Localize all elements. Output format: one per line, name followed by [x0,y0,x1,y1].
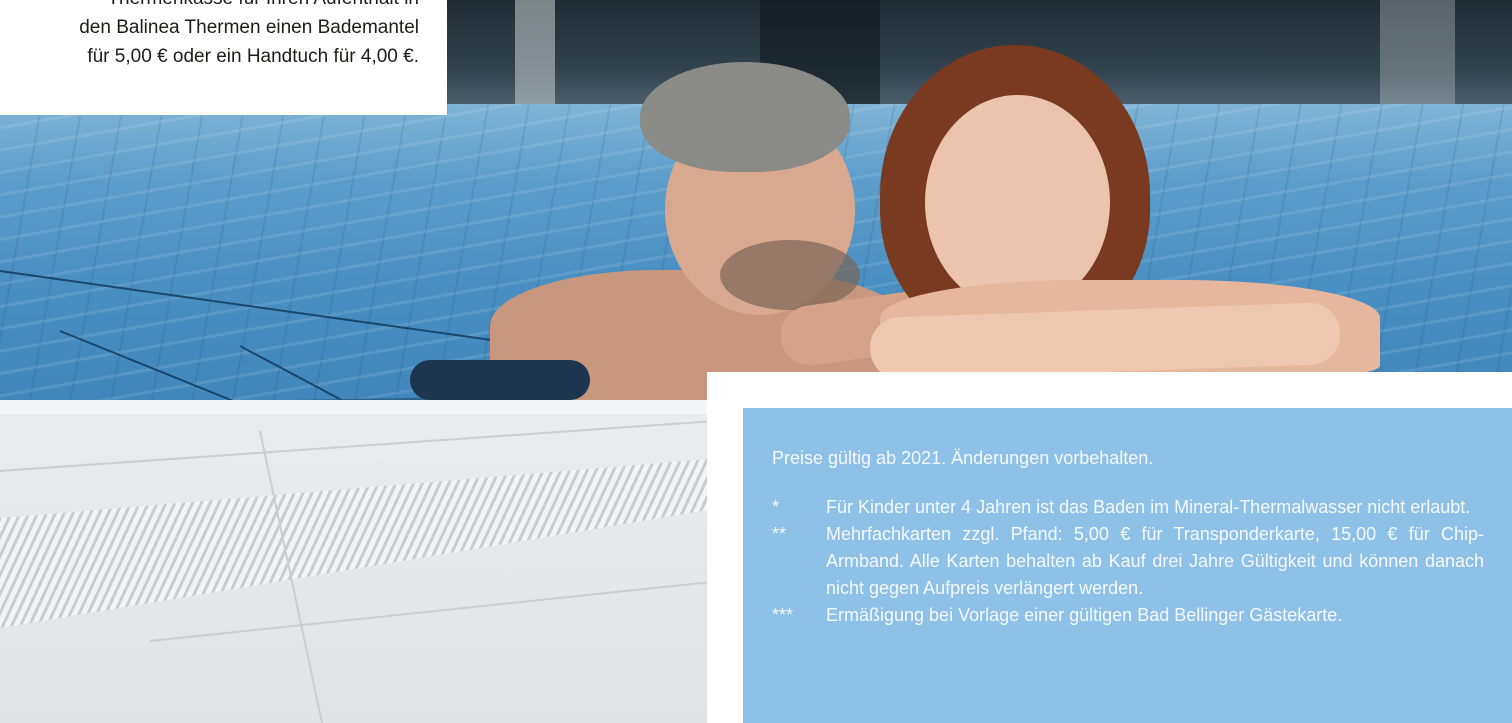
footnote-mark: ** [772,524,787,544]
background-column [1380,0,1455,118]
swim-trunks [410,360,590,400]
man-beard [720,240,860,310]
background-column [515,0,555,118]
footnote-row: * Für Kinder unter 4 Jahren ist das Bade… [772,494,1484,521]
validity-note: Preise gültig ab 2021. Änderungen vorbeh… [772,448,1154,468]
intro-line: Thermenkasse für Ihren Aufenthalt in [9,0,419,13]
footnote-text: Für Kinder unter 4 Jahren ist das Baden … [826,497,1471,517]
woman-face [925,95,1110,310]
intro-line: für 5,00 € oder ein Handtuch für 4,00 €. [87,46,419,67]
footnote-mark: * [772,497,780,517]
intro-text-box: Thermenkasse für Ihren Aufenthalt in den… [0,0,447,115]
price-notes-panel: Preise gültig ab 2021. Änderungen vorbeh… [743,408,1512,723]
man-hair [640,62,850,172]
intro-line: den Balinea Thermen einen Bademantel [79,17,419,38]
footnote-text: Ermäßigung bei Vorlage einer gültigen Ba… [826,605,1343,625]
pool-edge [0,400,720,414]
footnote-row: ** Mehrfachkarten zzgl. Pfand: 5,00 € fü… [772,521,1484,602]
footnote-mark: *** [772,605,794,625]
brochure-page: Thermenkasse für Ihren Aufenthalt in den… [0,0,1512,723]
intro-paragraph: Thermenkasse für Ihren Aufenthalt in den… [9,0,419,71]
footnote-row: *** Ermäßigung bei Vorlage einer gültige… [772,602,1484,629]
footnote-text: Mehrfachkarten zzgl. Pfand: 5,00 € für T… [826,524,1484,598]
